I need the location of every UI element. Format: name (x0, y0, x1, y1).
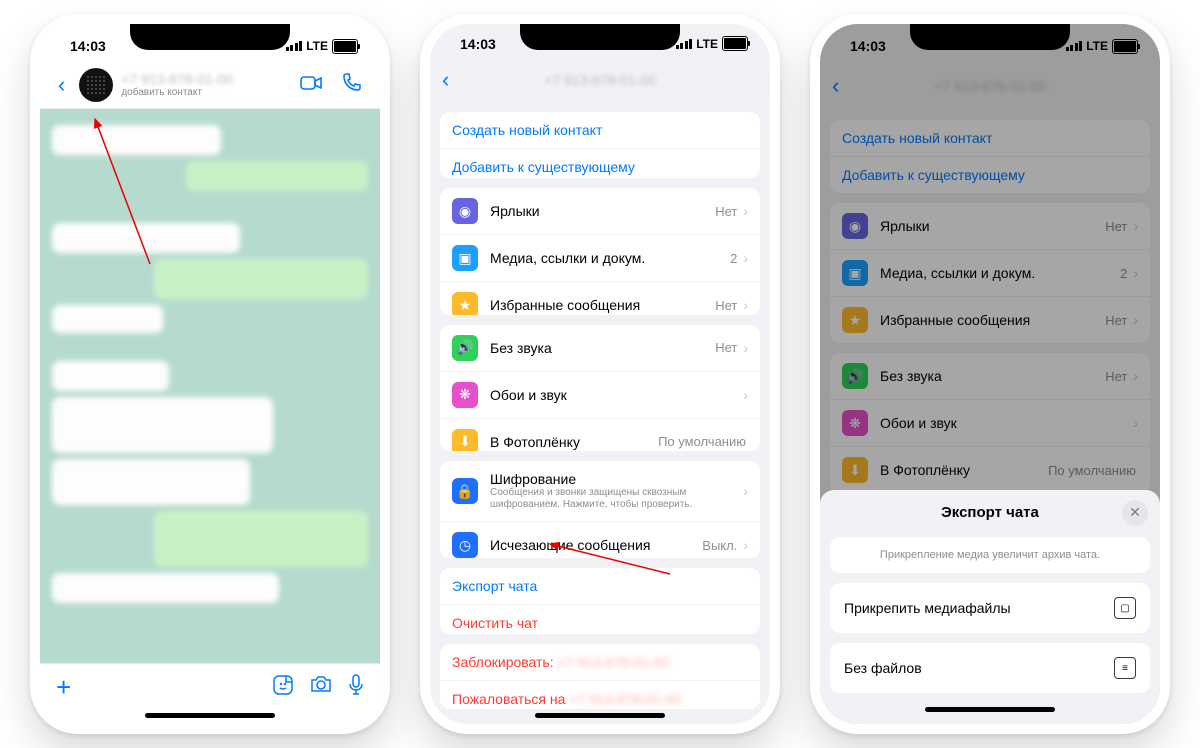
home-indicator (925, 707, 1055, 712)
row-encryption[interactable]: 🔒ШифрованиеСообщения и звонки защищены с… (440, 461, 760, 521)
battery-icon (332, 39, 358, 54)
back-button[interactable]: ‹ (436, 65, 455, 95)
chat-toolbar: + (40, 663, 380, 709)
row-disappearing[interactable]: ◷Исчезающие сообщенияВыкл.› (440, 521, 760, 558)
speaker-icon: 🔊 (452, 335, 478, 361)
image-file-icon: ▢ (1114, 597, 1136, 619)
download-icon: ⬇ (452, 429, 478, 451)
phone-2: 14:03 LTE ‹ +7 913-678-01-00 Создать нов… (420, 14, 780, 734)
signal-icon (676, 39, 693, 49)
row-camera-roll[interactable]: ⬇В ФотоплёнкуПо умолчанию (440, 418, 760, 451)
notch (130, 24, 290, 50)
photo-icon: ▣ (452, 245, 478, 271)
chat-header: ‹ +7 913-678-01-00 добавить контакт (40, 68, 380, 109)
video-call-icon[interactable] (294, 70, 328, 101)
timer-icon: ◷ (452, 532, 478, 558)
status-time: 14:03 (70, 38, 106, 54)
row-labels[interactable]: ◉ЯрлыкиНет› (440, 188, 760, 234)
row-wallpaper[interactable]: ❋Обои и звук› (440, 371, 760, 418)
nav-bar: ‹ +7 913-678-01-00 (430, 64, 770, 103)
row-starred[interactable]: ★Избранные сообщенияНет› (440, 281, 760, 314)
lock-icon: 🔒 (452, 478, 478, 504)
without-files-button[interactable]: Без файлов ≡ (830, 643, 1150, 693)
attach-media-button[interactable]: Прикрепить медиафайлы ▢ (830, 583, 1150, 633)
home-indicator (145, 713, 275, 718)
contact-avatar[interactable] (79, 68, 113, 102)
export-sheet: Экспорт чата ✕ Прикрепление медиа увелич… (820, 490, 1160, 724)
microphone-icon[interactable] (348, 674, 364, 702)
sheet-info-text: Прикрепление медиа увеличит архив чата. (830, 537, 1150, 573)
clear-chat-button[interactable]: Очистить чат (440, 604, 760, 634)
row-media[interactable]: ▣Медиа, ссылки и докум.2› (440, 234, 760, 281)
text-file-icon: ≡ (1114, 657, 1136, 679)
battery-icon (722, 36, 748, 51)
row-mute[interactable]: 🔊Без звукаНет› (440, 325, 760, 371)
sticker-icon[interactable] (272, 674, 294, 702)
add-contact-label: добавить контакт (121, 87, 286, 98)
export-chat-button[interactable]: Экспорт чата (440, 568, 760, 604)
wallpaper-icon: ❋ (452, 382, 478, 408)
notch (520, 24, 680, 50)
voice-call-icon[interactable] (336, 68, 368, 102)
add-existing-button[interactable]: Добавить к существующему (440, 148, 760, 178)
status-time: 14:03 (460, 36, 496, 52)
phone-1: 14:03 LTE ‹ +7 913-678-01-00 добавить ко… (30, 14, 390, 734)
star-icon: ★ (452, 292, 478, 314)
chat-messages (40, 109, 380, 663)
home-indicator (535, 713, 665, 718)
network-label: LTE (306, 39, 328, 53)
network-label: LTE (696, 37, 718, 51)
close-icon[interactable]: ✕ (1122, 500, 1148, 526)
phone-3: 14:03 LTE ‹ +7 913-678-01-00 Создать нов… (810, 14, 1170, 734)
camera-icon[interactable] (310, 674, 332, 702)
signal-icon (286, 41, 303, 51)
back-button[interactable]: ‹ (52, 70, 71, 100)
sheet-title: Экспорт чата (941, 504, 1039, 521)
contact-title[interactable]: +7 913-678-01-00 добавить контакт (121, 72, 286, 98)
create-contact-button[interactable]: Создать новый контакт (440, 112, 760, 148)
attach-button[interactable]: + (56, 672, 71, 703)
tag-icon: ◉ (452, 198, 478, 224)
block-button[interactable]: Заблокировать: +7 913-678-01-00 (440, 644, 760, 680)
report-button[interactable]: Пожаловаться на +7 913-678-01-00 (440, 680, 760, 710)
